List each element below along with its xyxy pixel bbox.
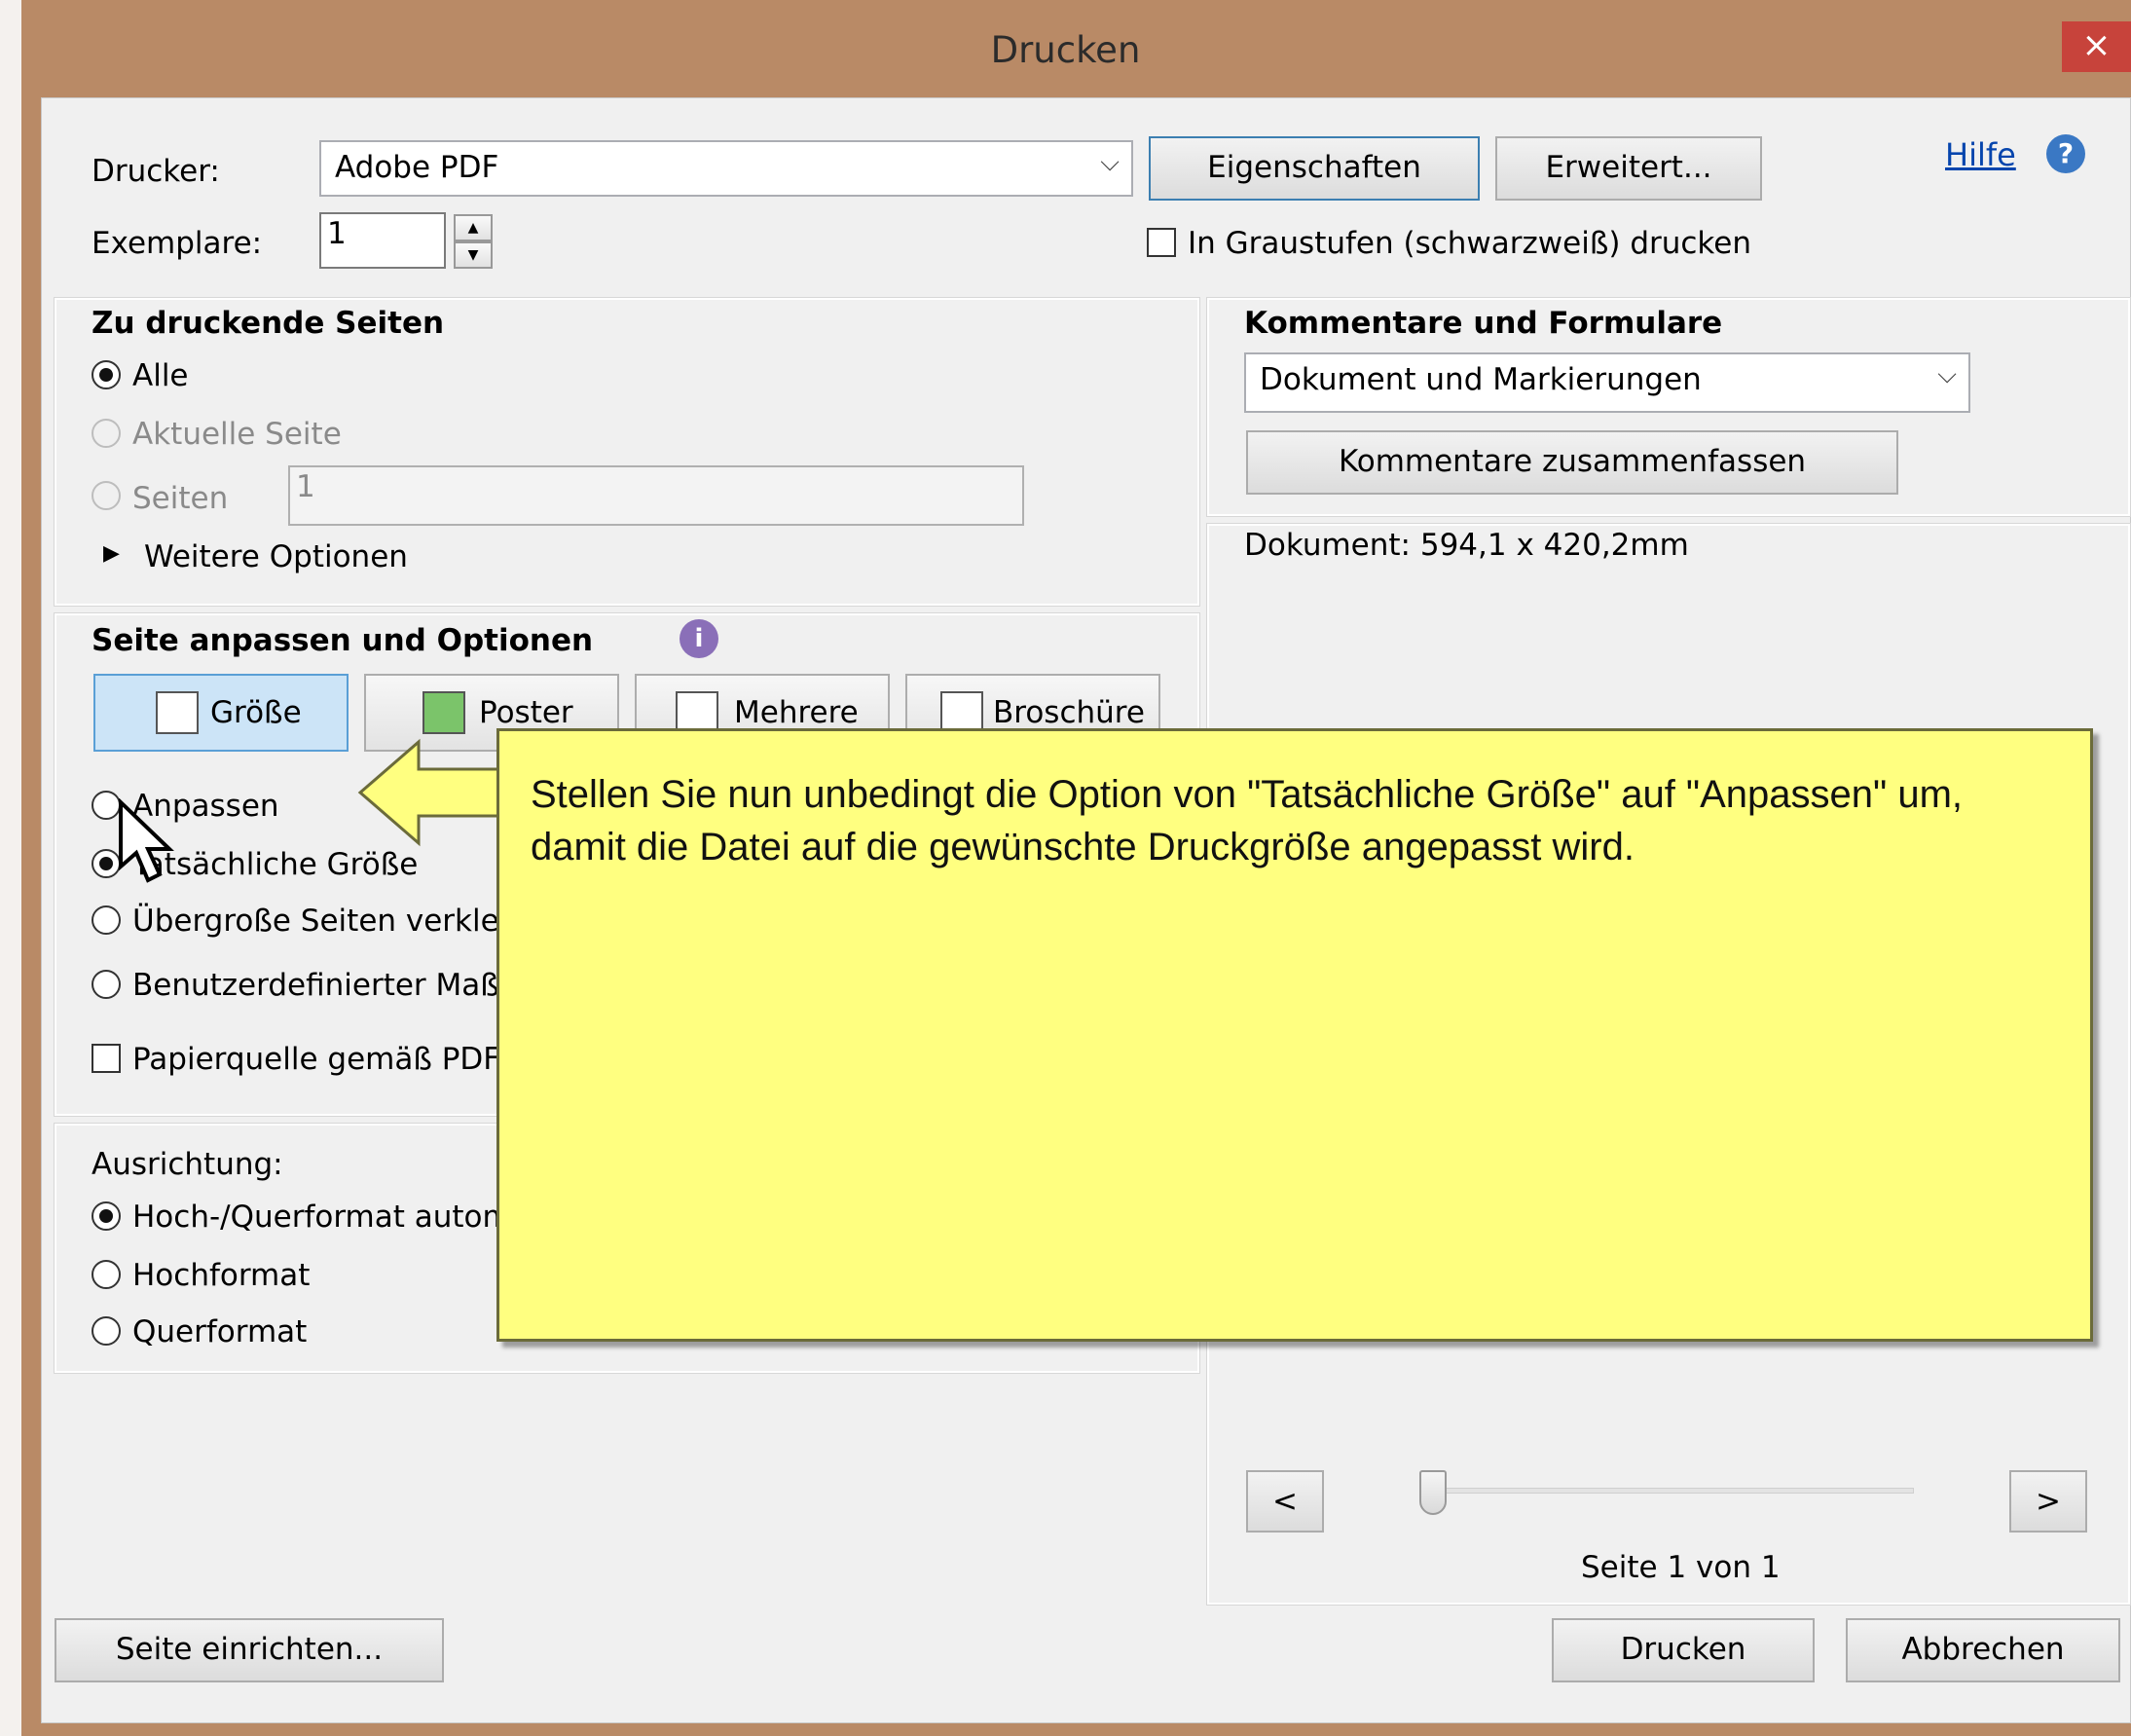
- advanced-button[interactable]: Erweitert...: [1495, 136, 1762, 201]
- paper-source-checkbox[interactable]: [92, 1044, 121, 1073]
- info-icon[interactable]: i: [680, 619, 718, 658]
- prev-page-button[interactable]: <: [1246, 1470, 1324, 1533]
- copies-value: 1: [327, 216, 347, 251]
- page-setup-label: Seite einrichten...: [115, 1632, 384, 1667]
- shrink-label: Übergroße Seiten verkleine: [132, 904, 546, 939]
- comments-select[interactable]: Dokument und Markierungen ⌵: [1244, 352, 1970, 413]
- more-options-link[interactable]: Weitere Optionen: [144, 539, 408, 574]
- cancel-button[interactable]: Abbrechen: [1846, 1618, 2120, 1682]
- summarize-comments-button[interactable]: Kommentare zusammenfassen: [1246, 430, 1898, 495]
- pages-current-label: Aktuelle Seite: [132, 417, 342, 452]
- tab-booklet-label: Broschüre: [993, 695, 1145, 730]
- paper-source-label: Papierquelle gemäß PDF-S: [132, 1042, 531, 1077]
- printer-value: Adobe PDF: [335, 150, 499, 185]
- expand-arrow-icon[interactable]: ▶: [103, 541, 120, 566]
- tab-poster-label: Poster: [479, 695, 573, 730]
- copies-down-icon[interactable]: ▼: [454, 241, 493, 269]
- next-page-button[interactable]: >: [2009, 1470, 2087, 1533]
- next-page-label: >: [2036, 1484, 2061, 1519]
- help-icon[interactable]: ?: [2046, 134, 2085, 173]
- background-strip: [0, 0, 21, 1736]
- mouse-cursor-icon: [119, 798, 174, 883]
- callout-text: Stellen Sie nun unbedingt die Option von…: [531, 773, 1964, 868]
- page-indicator: Seite 1 von 1: [1581, 1550, 1781, 1585]
- pages-title: Zu druckende Seiten: [92, 306, 445, 341]
- tab-size[interactable]: Größe: [93, 674, 349, 752]
- page-slider-track: [1427, 1488, 1914, 1494]
- print-button[interactable]: Drucken: [1552, 1618, 1815, 1682]
- chevron-down-icon: ⌵: [1937, 360, 1957, 389]
- document-size: Dokument: 594,1 x 420,2mm: [1244, 528, 1689, 563]
- poster-icon: [423, 691, 465, 734]
- printer-label: Drucker:: [92, 154, 220, 189]
- comments-select-value: Dokument und Markierungen: [1260, 362, 1702, 397]
- copies-label: Exemplare:: [92, 226, 263, 261]
- resize-icon: [156, 691, 199, 734]
- printer-select[interactable]: Adobe PDF ⌵: [319, 140, 1133, 197]
- tab-size-label: Größe: [210, 695, 302, 730]
- page-slider-thumb[interactable]: [1419, 1470, 1447, 1515]
- properties-button-label: Eigenschaften: [1207, 150, 1421, 185]
- pages-all-radio[interactable]: [92, 360, 121, 389]
- custom-scale-label: Benutzerdefinierter Maßsta: [132, 968, 546, 1003]
- custom-scale-radio[interactable]: [92, 970, 121, 999]
- comments-title: Kommentare und Formulare: [1244, 306, 1723, 341]
- grayscale-label: In Graustufen (schwarzweiß) drucken: [1188, 226, 1751, 261]
- pages-all-label: Alle: [132, 358, 189, 393]
- copies-input[interactable]: 1: [319, 212, 446, 269]
- orientation-auto-label: Hoch-/Querformat autom: [132, 1200, 512, 1235]
- cancel-label: Abbrechen: [1901, 1632, 2065, 1667]
- close-icon[interactable]: ×: [2062, 21, 2131, 72]
- window-title: Drucken: [990, 29, 1141, 71]
- orientation-title: Ausrichtung:: [92, 1147, 283, 1182]
- shrink-radio[interactable]: [92, 905, 121, 935]
- page-setup-button[interactable]: Seite einrichten...: [55, 1618, 444, 1682]
- chevron-down-icon: ⌵: [1100, 148, 1120, 177]
- pages-range-label: Seiten: [132, 481, 229, 516]
- pages-range-value: 1: [296, 469, 315, 504]
- portrait-radio[interactable]: [92, 1260, 121, 1289]
- fit-title: Seite anpassen und Optionen: [92, 623, 594, 658]
- summarize-comments-label: Kommentare zusammenfassen: [1338, 444, 1807, 479]
- tab-multiple-label: Mehrere: [734, 695, 859, 730]
- callout-arrow-icon: [357, 738, 516, 847]
- landscape-radio[interactable]: [92, 1316, 121, 1346]
- properties-button[interactable]: Eigenschaften: [1149, 136, 1480, 201]
- grayscale-checkbox[interactable]: [1147, 228, 1176, 257]
- landscape-label: Querformat: [132, 1314, 308, 1349]
- prev-page-label: <: [1272, 1484, 1298, 1519]
- help-link[interactable]: Hilfe: [1945, 136, 2016, 173]
- orientation-auto-radio[interactable]: [92, 1201, 121, 1231]
- portrait-label: Hochformat: [132, 1258, 311, 1293]
- pages-range-radio[interactable]: [92, 481, 121, 510]
- pages-range-input[interactable]: 1: [288, 465, 1024, 526]
- tutorial-callout: Stellen Sie nun unbedingt die Option von…: [496, 728, 2093, 1342]
- print-label: Drucken: [1620, 1632, 1746, 1667]
- copies-up-icon[interactable]: ▲: [454, 214, 493, 241]
- advanced-button-label: Erweitert...: [1545, 150, 1712, 185]
- pages-current-radio[interactable]: [92, 419, 121, 448]
